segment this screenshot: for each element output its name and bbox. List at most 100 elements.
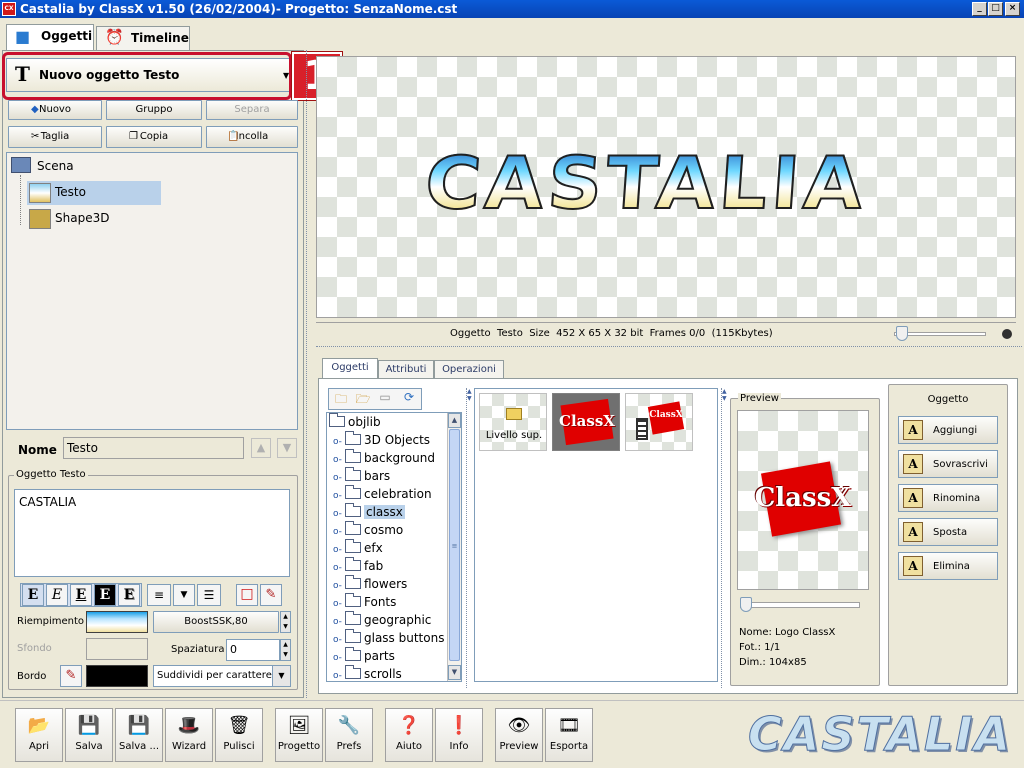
open-folder-icon[interactable]: 🗁 <box>353 390 373 408</box>
zoom-slider-thumb[interactable] <box>896 326 908 341</box>
spacing-spinner[interactable]: ▲ ▼ <box>280 639 291 661</box>
close-button[interactable]: × <box>1005 2 1020 16</box>
fill-spinner[interactable]: ▲ ▼ <box>280 611 291 633</box>
tab-timeline[interactable]: ⏰ Timeline <box>96 26 190 50</box>
library-folder-label: efx <box>364 541 383 555</box>
sovrascrivi-button[interactable]: A Sovrascrivi <box>898 450 998 478</box>
thumb-livello-sup[interactable]: Livello sup. <box>479 393 547 451</box>
library-folder-item[interactable]: o-parts <box>333 647 395 667</box>
canvas-text-object[interactable]: CASTALIA <box>422 140 912 226</box>
library-folder-item[interactable]: o-bars <box>333 467 390 487</box>
wizard-button[interactable]: 🎩 Wizard <box>165 708 213 762</box>
aggiungi-button[interactable]: A Aggiungi <box>898 416 998 444</box>
incolla-button[interactable]: 📋 Incolla <box>206 126 298 148</box>
text-content-area[interactable]: CASTALIA <box>14 489 290 577</box>
eyedropper-icon[interactable]: ✎ <box>260 584 282 606</box>
copia-button[interactable]: ❐ Copia <box>106 126 202 148</box>
add-text-icon: A <box>903 420 923 440</box>
scroll-down-button[interactable]: ▼ <box>448 665 461 680</box>
bordo-label: Bordo <box>17 671 47 682</box>
aiuto-button[interactable]: ❓ Aiuto <box>385 708 433 762</box>
list-icon[interactable]: ☰ <box>197 584 221 606</box>
nuovo-button[interactable]: ◆ Nuovo <box>8 100 102 120</box>
salva-come-button[interactable]: 💾 Salva ... <box>115 708 163 762</box>
bold-format-button[interactable]: E <box>22 584 44 606</box>
library-folder-item[interactable]: o-flowers <box>333 575 407 595</box>
library-folder-item[interactable]: o-efx <box>333 539 383 559</box>
preview-title: Preview <box>738 393 781 404</box>
align-icon[interactable]: ≡ <box>147 584 171 606</box>
rinomina-button[interactable]: A Rinomina <box>898 484 998 512</box>
minimize-button[interactable]: _ <box>972 2 987 16</box>
tab-attributi[interactable]: Attributi <box>378 360 434 378</box>
salva-button[interactable]: 💾 Salva <box>65 708 113 762</box>
fill-swatch[interactable] <box>86 611 148 633</box>
shadow-format-button[interactable]: E <box>118 584 140 606</box>
library-folder-item[interactable]: o- 3D Objects <box>333 431 430 451</box>
border-mode-select[interactable]: Suddividi per carattere ▼ <box>153 665 291 687</box>
italic-format-button[interactable]: E <box>46 584 68 606</box>
expand-handle-icon[interactable]: o- <box>333 667 345 681</box>
scroll-thumb[interactable]: ≡ <box>449 429 460 661</box>
info-button[interactable]: ❗ Info <box>435 708 483 762</box>
progetto-button[interactable]: 🖼 Progetto <box>275 708 323 762</box>
scene-root[interactable]: Scena <box>37 159 74 173</box>
preview-splitter[interactable]: ▲ ▼ <box>721 388 727 688</box>
tree-item-shape3d[interactable]: Shape3D <box>27 207 161 231</box>
library-folder-item[interactable]: o-glass buttons <box>333 629 444 649</box>
move-up-button[interactable]: ▲ <box>251 438 271 458</box>
maximize-button[interactable]: □ <box>988 2 1003 16</box>
library-folder-item[interactable]: o-fab <box>333 557 383 577</box>
preview-button[interactable]: 👁 Preview <box>495 708 543 762</box>
tree-item-testo[interactable]: Testo <box>27 181 161 205</box>
underline-format-button[interactable]: E <box>70 584 92 606</box>
library-folder-item[interactable]: o-background <box>333 449 435 469</box>
elimina-button[interactable]: A Elimina <box>898 552 998 580</box>
scroll-up-button[interactable]: ▲ <box>448 413 461 428</box>
pulisci-button[interactable]: 🗑 Pulisci <box>215 708 263 762</box>
separa-button[interactable]: Separa <box>206 100 298 120</box>
spacing-input[interactable]: 0 <box>226 639 280 661</box>
new-folder-icon[interactable]: 🗀 <box>331 390 351 408</box>
library-folder-item[interactable]: o-geographic <box>333 611 431 631</box>
fill-preset-button[interactable]: BoostSSK,80 <box>153 611 279 633</box>
taglia-button[interactable]: ✂ Taglia <box>8 126 102 148</box>
apri-button[interactable]: 📂 Apri <box>15 708 63 762</box>
sposta-button[interactable]: A Sposta <box>898 518 998 546</box>
esporta-button[interactable]: 🎞 Esporta <box>545 708 593 762</box>
inverse-format-button[interactable]: E <box>94 584 116 606</box>
bounding-box-icon[interactable]: □ <box>236 584 258 606</box>
gruppo-button[interactable]: Gruppo <box>106 100 202 120</box>
library-root[interactable]: objlib <box>329 413 381 431</box>
library-folder-item[interactable]: o-celebration <box>333 485 432 505</box>
horizontal-splitter[interactable] <box>316 346 1022 348</box>
vertical-splitter[interactable] <box>306 50 314 698</box>
library-scrollbar[interactable]: ▲ ≡ ▼ <box>447 413 461 681</box>
border-swatch[interactable] <box>86 665 148 687</box>
move-down-button[interactable]: ▼ <box>277 438 297 458</box>
thumb-classx-selected[interactable]: ClassX <box>552 393 620 451</box>
library-folder-item[interactable]: o-classx <box>333 503 405 523</box>
background-swatch[interactable] <box>86 638 148 660</box>
canvas[interactable]: CASTALIA <box>316 56 1016 318</box>
tab-oggetti[interactable]: ■ Oggetti <box>6 24 94 50</box>
tree-line <box>20 175 21 225</box>
name-field[interactable]: Testo <box>63 437 244 459</box>
prefs-button[interactable]: 🔧 Prefs <box>325 708 373 762</box>
preview-slider-track[interactable] <box>740 602 860 608</box>
eyedropper-icon[interactable]: ✎ <box>60 665 82 687</box>
thumb-classx-animated[interactable]: ClassX <box>625 393 693 451</box>
library-folder-item[interactable]: o-cosmo <box>333 521 403 541</box>
chevron-down-icon[interactable]: ▼ <box>173 584 195 606</box>
disabled-folder-icon[interactable]: ▭ <box>375 390 395 408</box>
text-group-title: Oggetto Testo <box>14 469 88 480</box>
library-folder-item[interactable]: o-scrolls <box>333 665 402 681</box>
library-folder-item[interactable]: o- Fonts <box>333 593 396 613</box>
tab-operazioni[interactable]: Operazioni <box>434 360 504 378</box>
shape3d-icon <box>29 209 51 229</box>
tab-oggetti-lower[interactable]: Oggetti <box>322 358 378 378</box>
preview-slider-thumb[interactable] <box>740 597 752 612</box>
library-splitter[interactable]: ▲ ▼ <box>466 388 472 688</box>
refresh-icon[interactable]: ⟳ <box>399 390 419 408</box>
preview-dimensions: Dim.: 104x85 <box>739 657 807 668</box>
